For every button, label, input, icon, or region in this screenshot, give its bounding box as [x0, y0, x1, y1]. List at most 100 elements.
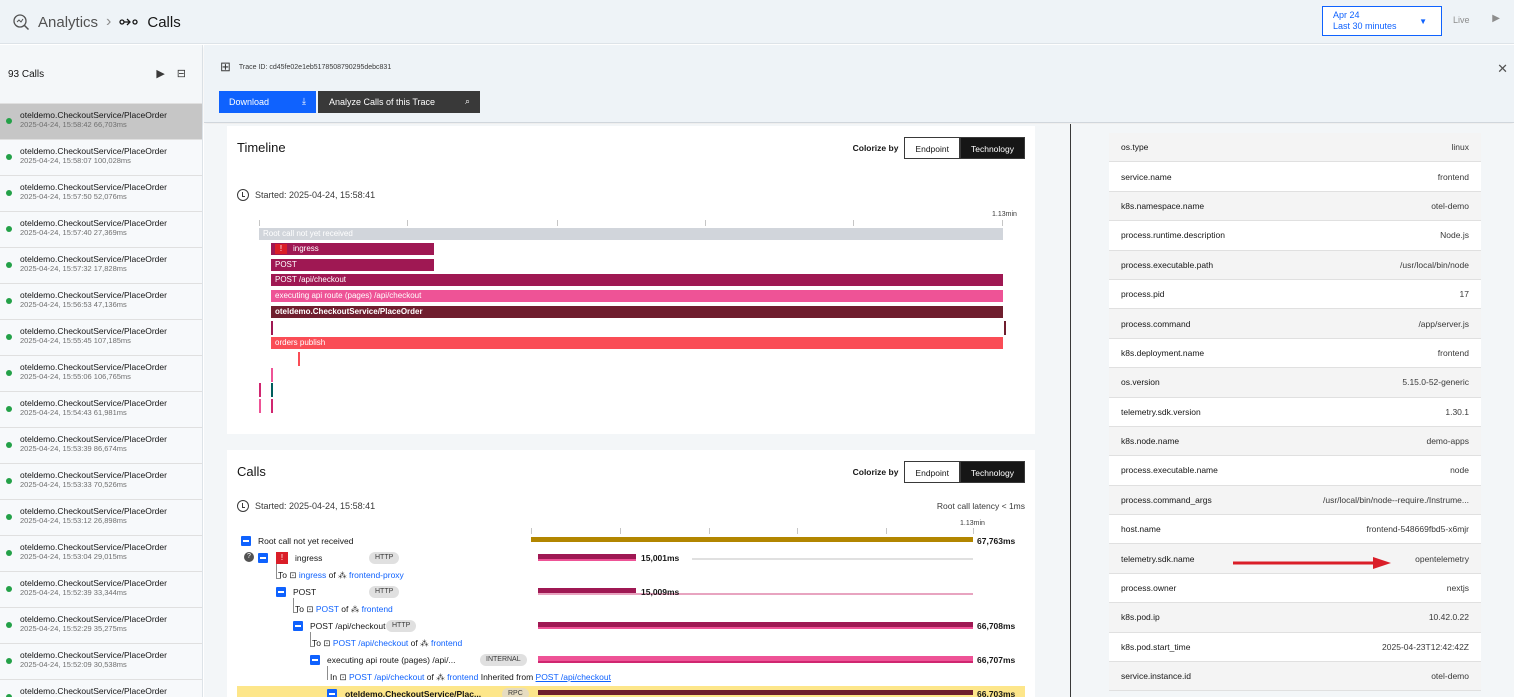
caret-down-icon: ▼ — [1419, 17, 1427, 26]
span-placeorder-bar[interactable]: oteldemo.CheckoutService/PlaceOrder — [271, 306, 1003, 318]
span-orders-bar[interactable]: orders publish — [271, 337, 1003, 349]
download-icon: ⤓ — [302, 96, 306, 106]
attribute-row: host.name frontend-548669fbd5-x6mjr — [1109, 515, 1481, 545]
colorize-technology-option[interactable]: Technology — [959, 461, 1025, 483]
span-post-checkout-bar[interactable]: POST /api/checkout — [271, 274, 1003, 286]
breadcrumb-calls: Calls — [147, 13, 181, 31]
attribute-value: /usr/local/bin/node — [1400, 259, 1469, 270]
attributes-top-spacer — [1109, 124, 1481, 133]
inherited-endpoint-link[interactable]: POST /api/checkout — [536, 672, 611, 682]
service-link[interactable]: frontend — [447, 672, 478, 682]
collapse-icon[interactable] — [293, 621, 303, 631]
span-marker[interactable] — [271, 399, 273, 413]
span-placeorder-child[interactable] — [271, 321, 1006, 335]
call-list-item[interactable]: oteldemo.CheckoutService/PlaceOrder 2025-… — [0, 535, 202, 571]
download-button[interactable]: Download ⤓ — [219, 91, 316, 113]
call-row-placeorder[interactable]: oteldemo.CheckoutService/Plac... RPC 66,… — [237, 686, 1025, 697]
call-list-item[interactable]: oteldemo.CheckoutService/PlaceOrder 2025-… — [0, 607, 202, 643]
call-list-item[interactable]: oteldemo.CheckoutService/PlaceOrder 2025-… — [0, 139, 202, 175]
tech-tag: INTERNAL — [480, 654, 527, 666]
endpoint-link[interactable]: POST — [316, 604, 339, 614]
attribute-value: demo-apps — [1426, 436, 1469, 447]
span-ingress-bar[interactable]: ! ingress — [271, 243, 434, 255]
of-label: of — [328, 570, 336, 580]
time-range-picker[interactable]: Apr 24 Last 30 minutes ▼ — [1322, 6, 1442, 36]
trace-id-row: ⊞ Trace ID: cd45fe02e1eb5178508790295deb… — [220, 59, 391, 75]
collapse-icon[interactable] — [241, 536, 251, 546]
annotation-arrow — [1233, 557, 1391, 569]
service-link[interactable]: frontend — [362, 604, 393, 614]
call-list-item[interactable]: oteldemo.CheckoutService/PlaceOrder 2025-… — [0, 463, 202, 499]
colorize-endpoint-option[interactable]: Endpoint — [904, 461, 960, 483]
attribute-key: k8s.pod.start_time — [1121, 641, 1191, 652]
trace-id: Trace ID: cd45fe02e1eb5178508790295debc8… — [238, 63, 392, 71]
call-row-ingress[interactable]: ? ! ingress HTTP 15,001ms — [227, 550, 1035, 567]
call-list-item[interactable]: oteldemo.CheckoutService/PlaceOrder 2025-… — [0, 283, 202, 319]
close-icon[interactable]: ✕ — [1497, 61, 1508, 77]
call-name: oteldemo.CheckoutService/PlaceOrder — [20, 218, 167, 228]
call-list-item[interactable]: oteldemo.CheckoutService/PlaceOrder 2025-… — [0, 571, 202, 607]
call-list-item[interactable]: oteldemo.CheckoutService/PlaceOrder 2025-… — [0, 211, 202, 247]
call-row-label: ingress — [295, 553, 323, 563]
call-list-item[interactable]: oteldemo.CheckoutService/PlaceOrder 2025-… — [0, 175, 202, 211]
endpoint-link[interactable]: ingress — [299, 570, 326, 580]
call-row-post-checkout[interactable]: POST /api/checkout HTTP 66,708ms — [227, 618, 1035, 635]
search-icon: ⌕ — [464, 96, 470, 106]
timeline-section: Timeline Colorize by Endpoint Technology… — [227, 126, 1035, 434]
call-list-item[interactable]: oteldemo.CheckoutService/PlaceOrder — [0, 679, 202, 697]
call-list-item[interactable]: oteldemo.CheckoutService/PlaceOrder 2025-… — [0, 643, 202, 679]
call-list-item[interactable]: oteldemo.CheckoutService/PlaceOrder 2025-… — [0, 247, 202, 283]
service-link[interactable]: frontend — [431, 638, 462, 648]
play-icon[interactable]: ▶ — [1492, 13, 1500, 24]
endpoint-link[interactable]: POST /api/checkout — [333, 638, 408, 648]
status-dot — [6, 658, 12, 664]
tech-tag: HTTP — [386, 620, 417, 632]
span-marker[interactable] — [259, 383, 261, 397]
to-label: To — [295, 604, 304, 614]
help-icon[interactable]: ? — [244, 552, 254, 562]
span-marker[interactable] — [271, 383, 273, 397]
status-dot — [6, 370, 12, 376]
attribute-key: k8s.namespace.name — [1121, 200, 1205, 211]
analyze-calls-button[interactable]: Analyze Calls of this Trace ⌕ — [318, 91, 480, 113]
status-dot — [6, 334, 12, 340]
call-row-post[interactable]: POST HTTP 15,009ms — [227, 584, 1035, 601]
span-marker[interactable] — [298, 352, 300, 366]
collapse-icon[interactable] — [258, 553, 268, 563]
collapse-icon[interactable] — [276, 587, 286, 597]
collapse-icon[interactable] — [327, 689, 337, 697]
play-icon[interactable]: ▶ — [156, 67, 164, 80]
trace-tree-icon: ⊞ — [220, 59, 231, 74]
attribute-key: process.pid — [1121, 289, 1165, 300]
call-meta: 2025-04-24, 15:52:39 33,344ms — [20, 588, 127, 597]
live-toggle[interactable]: Live ▶ — [1443, 6, 1512, 36]
colorize-endpoint-option[interactable]: Endpoint — [904, 137, 960, 159]
call-list-item[interactable]: oteldemo.CheckoutService/PlaceOrder 2025-… — [0, 499, 202, 535]
call-list-item[interactable]: oteldemo.CheckoutService/PlaceOrder 2025-… — [0, 319, 202, 355]
attribute-value: frontend-548669fbd5-x6mjr — [1366, 524, 1469, 535]
call-row-root[interactable]: Root call not yet received 67,763ms — [227, 533, 1035, 550]
colorize-technology-option[interactable]: Technology — [959, 137, 1025, 159]
span-marker[interactable] — [259, 399, 261, 413]
breadcrumb-analytics[interactable]: Analytics — [38, 14, 98, 31]
collapse-icon[interactable] — [310, 655, 320, 665]
service-link[interactable]: frontend-proxy — [349, 570, 404, 580]
span-exec-bar[interactable]: executing api route (pages) /api/checkou… — [271, 290, 1003, 302]
call-list-item[interactable]: oteldemo.CheckoutService/PlaceOrder 2025-… — [0, 355, 202, 391]
span-marker[interactable] — [271, 368, 273, 382]
attribute-key: process.executable.name — [1121, 465, 1218, 476]
call-list-item[interactable]: oteldemo.CheckoutService/PlaceOrder 2025-… — [0, 427, 202, 463]
call-bar-sub — [538, 559, 636, 561]
call-name: oteldemo.CheckoutService/PlaceOrder — [20, 290, 167, 300]
call-name: oteldemo.CheckoutService/PlaceOrder — [20, 110, 167, 120]
call-row-exec[interactable]: executing api route (pages) /api/... INT… — [227, 652, 1035, 669]
call-list-item[interactable]: oteldemo.CheckoutService/PlaceOrder 2025-… — [0, 103, 202, 139]
collapse-panel-icon[interactable]: ⊟ — [177, 67, 186, 80]
span-root-bar[interactable]: Root call not yet received — [259, 228, 1003, 240]
endpoint-link[interactable]: POST /api/checkout — [349, 672, 424, 682]
span-post-bar[interactable]: POST — [271, 259, 434, 271]
call-name: oteldemo.CheckoutService/PlaceOrder — [20, 650, 167, 660]
call-list-item[interactable]: oteldemo.CheckoutService/PlaceOrder 2025-… — [0, 391, 202, 427]
attribute-row: k8s.deployment.name frontend — [1109, 338, 1481, 369]
colorize-switch: Colorize by Endpoint Technology — [853, 137, 1025, 159]
